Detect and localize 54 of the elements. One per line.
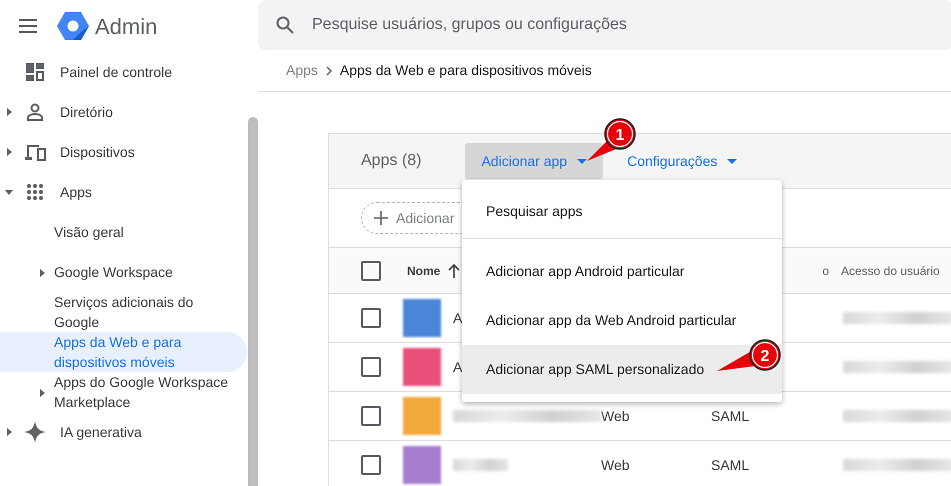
breadcrumb-current[interactable]: Apps da Web e para dispositivos móveis bbox=[340, 60, 592, 81]
table-cell: SAML bbox=[711, 408, 750, 424]
caret-icon[interactable] bbox=[6, 428, 12, 436]
breadcrumb-link[interactable]: Apps bbox=[286, 60, 318, 81]
sidebar-item[interactable]: Diretório bbox=[60, 102, 113, 122]
search-field[interactable]: Pesquise usuários, grupos ou configurações bbox=[258, 0, 951, 50]
column-header[interactable]: o bbox=[822, 264, 829, 278]
column-header[interactable]: Acesso do usuário bbox=[841, 264, 940, 278]
product-title: Admin bbox=[95, 12, 158, 40]
redacted-text bbox=[453, 459, 508, 471]
row-checkbox[interactable] bbox=[361, 455, 381, 475]
panel-title: Apps (8) bbox=[361, 151, 422, 171]
sidebar-item[interactable]: Apps bbox=[60, 182, 92, 202]
sidebar-subitem[interactable]: Visão geral bbox=[54, 222, 239, 242]
table-cell: Web bbox=[601, 456, 630, 472]
dashboard-icon bbox=[25, 62, 45, 82]
sidebar-item[interactable]: Dispositivos bbox=[60, 142, 135, 162]
apps-grid-icon bbox=[26, 183, 44, 201]
select-all-checkbox[interactable] bbox=[361, 260, 381, 280]
column-header[interactable]: Nome bbox=[407, 262, 440, 280]
caret-icon bbox=[577, 158, 588, 164]
plus-icon bbox=[374, 211, 388, 225]
caret-icon[interactable] bbox=[5, 190, 13, 194]
caret-icon[interactable] bbox=[6, 148, 12, 156]
menu-item[interactable]: Adicionar app Android particular bbox=[462, 247, 782, 296]
sidebar-item[interactable]: IA generativa bbox=[60, 422, 142, 442]
sidebar-subitem[interactable]: Serviços adicionais do Google bbox=[54, 292, 239, 332]
row-checkbox[interactable] bbox=[361, 357, 381, 377]
sort-arrow-icon[interactable] bbox=[448, 264, 460, 278]
sidebar-subitem[interactable]: Apps do Google Workspace Marketplace bbox=[54, 372, 239, 412]
logo-icon bbox=[57, 12, 89, 40]
app-name: A bbox=[453, 358, 462, 376]
sidebar-subitem[interactable]: Google Workspace bbox=[54, 262, 239, 282]
menu-item[interactable]: Adicionar app da Web Android particular bbox=[462, 296, 782, 345]
caret-icon[interactable] bbox=[6, 108, 12, 116]
caret-icon bbox=[727, 158, 738, 164]
table-cell: Web bbox=[601, 408, 630, 424]
caret-icon[interactable] bbox=[40, 268, 45, 277]
devices-icon bbox=[24, 143, 46, 161]
search-input[interactable]: Pesquise usuários, grupos ou configurações bbox=[310, 12, 951, 38]
person-icon bbox=[25, 102, 45, 122]
search-icon bbox=[276, 16, 294, 34]
chevron-icon bbox=[326, 66, 332, 76]
scrollbar[interactable] bbox=[248, 117, 258, 486]
app-name: A bbox=[453, 308, 462, 328]
sparkle-icon bbox=[24, 421, 46, 443]
sidebar-subitem[interactable]: Apps da Web e para dispositivos móveis bbox=[54, 332, 239, 372]
sidebar-item[interactable]: Painel de controle bbox=[60, 62, 172, 82]
caret-icon[interactable] bbox=[40, 388, 45, 397]
row-checkbox[interactable] bbox=[361, 308, 381, 328]
row-checkbox[interactable] bbox=[361, 406, 381, 426]
menu-icon[interactable] bbox=[19, 19, 37, 33]
menu-item[interactable]: Pesquisar apps bbox=[462, 188, 782, 234]
table-cell: SAML bbox=[711, 456, 750, 472]
